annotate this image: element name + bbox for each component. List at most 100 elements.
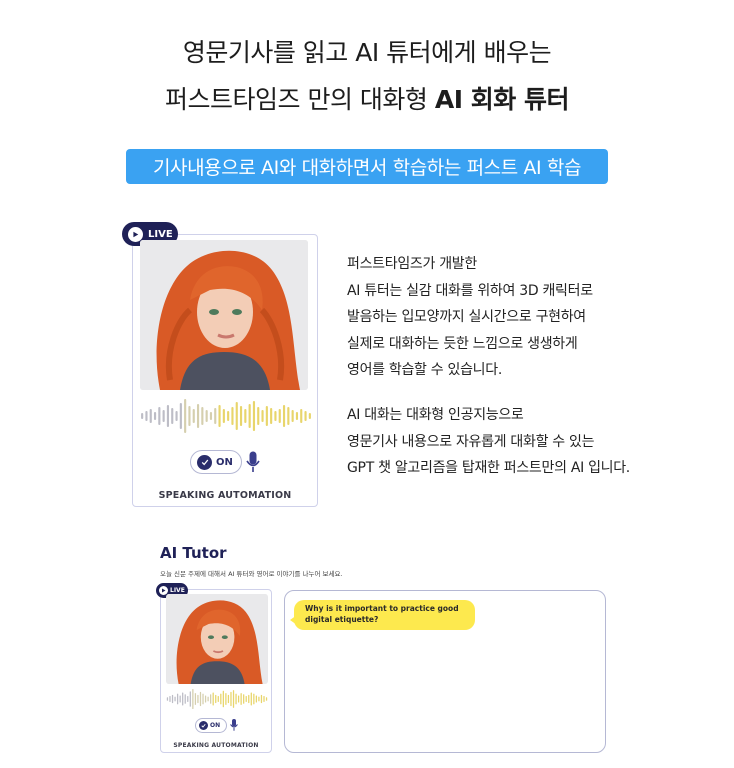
waveform-bar xyxy=(304,411,307,421)
waveform-bar xyxy=(145,411,148,421)
waveform-bar xyxy=(253,693,255,705)
waveform-bar xyxy=(222,690,224,708)
waveform-bar xyxy=(176,693,179,705)
waveform-bar xyxy=(225,693,227,705)
waveform-bar xyxy=(207,696,209,702)
waveform-bar xyxy=(278,409,281,423)
waveform-bar xyxy=(248,694,250,704)
waveform-bar xyxy=(260,694,263,704)
tutor-title: AI Tutor xyxy=(160,544,227,562)
description-line: AI 튜터는 실감 대화를 위하여 3D 캐릭터로 xyxy=(347,282,593,299)
waveform-bar xyxy=(231,407,234,425)
description-line: 실제로 대화하는 듯한 느낌으로 생생하게 xyxy=(347,335,578,352)
description-line: 영문기사 내용으로 자유롭게 대화할 수 있는 xyxy=(347,433,595,450)
waveform-bar xyxy=(217,696,219,702)
waveform-bar xyxy=(257,407,260,425)
waveform-bar xyxy=(166,697,169,701)
waveform-bar xyxy=(202,693,204,705)
chat-bubble-ai: Why is it important to practice good dig… xyxy=(294,600,475,630)
waveform-bar xyxy=(179,695,181,703)
avatar-3d-character-small xyxy=(166,594,268,684)
microphone-icon[interactable] xyxy=(246,451,260,473)
play-icon xyxy=(128,226,143,242)
waveform-bar xyxy=(287,407,290,425)
headline-line-2-regular: 퍼스트타임즈 만의 대화형 xyxy=(165,85,428,114)
check-icon xyxy=(197,454,212,470)
description-line: GPT 챗 알고리즘을 탑재한 퍼스트만의 AI 입니다. xyxy=(347,460,630,476)
headline-line-2-bold: AI 회화 튜터 xyxy=(434,85,570,114)
waveform-bar xyxy=(201,407,204,425)
waveform-bar xyxy=(179,403,182,429)
toggle-label: ON xyxy=(216,456,233,468)
voice-waveform-small xyxy=(166,688,268,710)
waveform-bar xyxy=(192,409,195,423)
live-label: LIVE xyxy=(170,587,185,594)
check-icon xyxy=(199,721,208,730)
waveform-bar xyxy=(212,692,214,706)
waveform-bar xyxy=(235,693,237,705)
chat-message-line: digital etiquette? xyxy=(305,614,379,624)
speaking-toggle[interactable]: ON xyxy=(190,450,242,474)
avatar-3d-character xyxy=(140,240,308,390)
waveform-bar xyxy=(184,399,187,433)
waveform-bar xyxy=(187,696,189,702)
waveform-bar xyxy=(258,696,260,702)
headline-line-1: 영문기사를 읽고 AI 튜터에게 배우는 xyxy=(182,38,552,67)
waveform-bar xyxy=(175,411,178,421)
waveform-bar xyxy=(184,694,186,704)
waveform-bar xyxy=(291,410,294,422)
toggle-label: ON xyxy=(210,722,221,729)
waveform-bar xyxy=(220,693,222,705)
waveform-bar xyxy=(189,691,191,707)
waveform-bar xyxy=(248,404,251,428)
speaking-automation-label-small: SPEAKING AUTOMATION xyxy=(173,742,259,749)
waveform-bar xyxy=(214,408,217,424)
waveform-bar xyxy=(199,691,202,707)
description-line: 발음하는 입모양까지 실시간으로 구현하여 xyxy=(347,309,586,325)
waveform-bar xyxy=(240,693,242,705)
waveform-bar xyxy=(197,694,199,704)
waveform-bar xyxy=(232,690,235,708)
waveform-bar xyxy=(235,402,238,430)
waveform-bar xyxy=(210,694,212,704)
description-line: 영어를 학습할 수 있습니다. xyxy=(347,362,502,378)
description-line: AI 대화는 대화형 인공지능으로 xyxy=(347,407,524,423)
waveform-bar xyxy=(265,697,268,701)
waveform-bar xyxy=(265,406,268,426)
waveform-bar xyxy=(166,405,170,427)
waveform-bar xyxy=(274,411,277,421)
waveform-bar xyxy=(230,691,232,707)
waveform-bar xyxy=(194,693,197,705)
waveform-bar xyxy=(227,694,230,704)
waveform-bar xyxy=(243,694,245,704)
waveform-bar xyxy=(149,409,152,423)
waveform-bar xyxy=(295,412,299,420)
waveform-bar xyxy=(209,412,213,420)
waveform-bar xyxy=(300,409,303,423)
waveform-bar xyxy=(153,412,157,420)
feature-banner: 기사내용으로 AI와 대화하면서 학습하는 퍼스트 AI 학습 xyxy=(126,149,608,184)
waveform-bar xyxy=(261,410,264,422)
waveform-bar xyxy=(237,695,240,703)
voice-waveform xyxy=(141,399,311,433)
waveform-bar xyxy=(215,694,217,704)
description-paragraph-1: 퍼스트타임즈가 개발한 AI 튜터는 실감 대화를 위하여 3D 캐릭터로 발음… xyxy=(347,251,593,384)
waveform-bar xyxy=(158,407,161,425)
waveform-bar xyxy=(171,408,174,424)
headline-line-2: 퍼스트타임즈 만의 대화형 AI 회화 튜터 xyxy=(0,80,734,116)
waveform-bar xyxy=(222,409,225,423)
waveform-bar xyxy=(218,405,221,427)
tutor-subtitle: 오늘 신문 주제에 대해서 AI 튜터와 영어로 이야기를 나누어 보세요. xyxy=(160,570,343,578)
waveform-bar xyxy=(244,409,247,423)
waveform-bar xyxy=(263,696,265,702)
speaking-toggle-small[interactable]: ON xyxy=(195,718,227,733)
waveform-bar xyxy=(188,406,191,426)
waveform-bar xyxy=(204,695,207,703)
waveform-bar xyxy=(162,410,165,422)
waveform-bar xyxy=(171,694,174,704)
waveform-bar xyxy=(192,688,194,710)
microphone-icon[interactable] xyxy=(230,718,238,732)
waveform-bar xyxy=(252,401,256,431)
waveform-bar xyxy=(182,692,184,706)
waveform-bar xyxy=(174,696,176,702)
